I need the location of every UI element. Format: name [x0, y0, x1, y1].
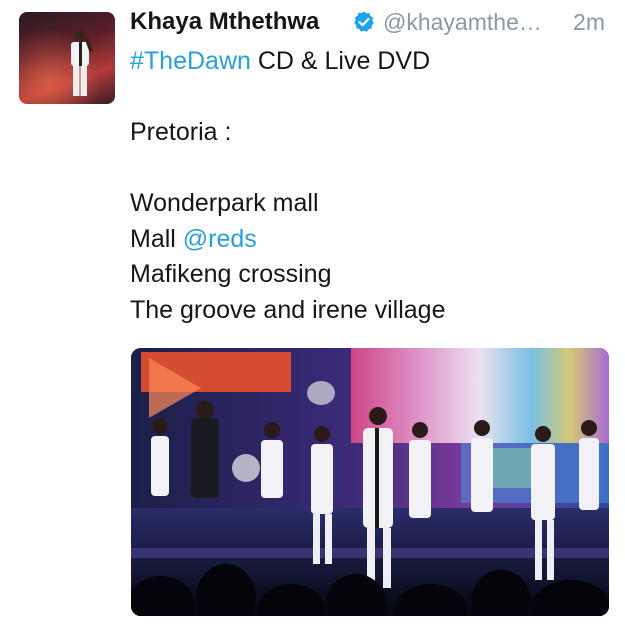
mention-link[interactable]: @reds: [183, 225, 257, 253]
tweet-line-4: Mall @reds: [130, 222, 610, 258]
tweet-line-5: Mafikeng crossing: [130, 260, 332, 288]
avatar[interactable]: [19, 12, 115, 104]
tweet-card[interactable]: Khaya Mthethwa @khayamthe… 2m #TheDawn C…: [0, 0, 625, 625]
verified-badge-icon: [354, 11, 374, 32]
tweet-header: Khaya Mthethwa @khayamthe… 2m: [130, 6, 611, 38]
tweet-line-4-text: Mall: [130, 224, 183, 253]
author-handle[interactable]: @khayamthe…: [383, 6, 542, 38]
hashtag-link[interactable]: #TheDawn: [130, 47, 251, 75]
tweet-text: #TheDawn CD & Live DVD Pretoria : Wonder…: [130, 44, 610, 328]
tweet-line-3: Wonderpark mall: [130, 189, 319, 217]
tweet-line-1-text: CD & Live DVD: [250, 47, 431, 75]
tweet-line-6: The groove and irene village: [130, 295, 446, 324]
tweet-media-photo[interactable]: [131, 348, 609, 616]
avatar-figure-legs: [73, 66, 87, 96]
avatar-stage-light: [19, 12, 115, 104]
avatar-figure-stripe: [79, 42, 82, 66]
tweet-timestamp[interactable]: 2m: [573, 6, 605, 38]
concert-photo: [131, 348, 609, 616]
tweet-line-2: Pretoria :: [130, 118, 232, 146]
tweet-line-1: #TheDawn CD & Live DVD: [130, 44, 610, 80]
avatar-figure-head: [75, 30, 85, 42]
author-name[interactable]: Khaya Mthethwa: [130, 6, 319, 38]
